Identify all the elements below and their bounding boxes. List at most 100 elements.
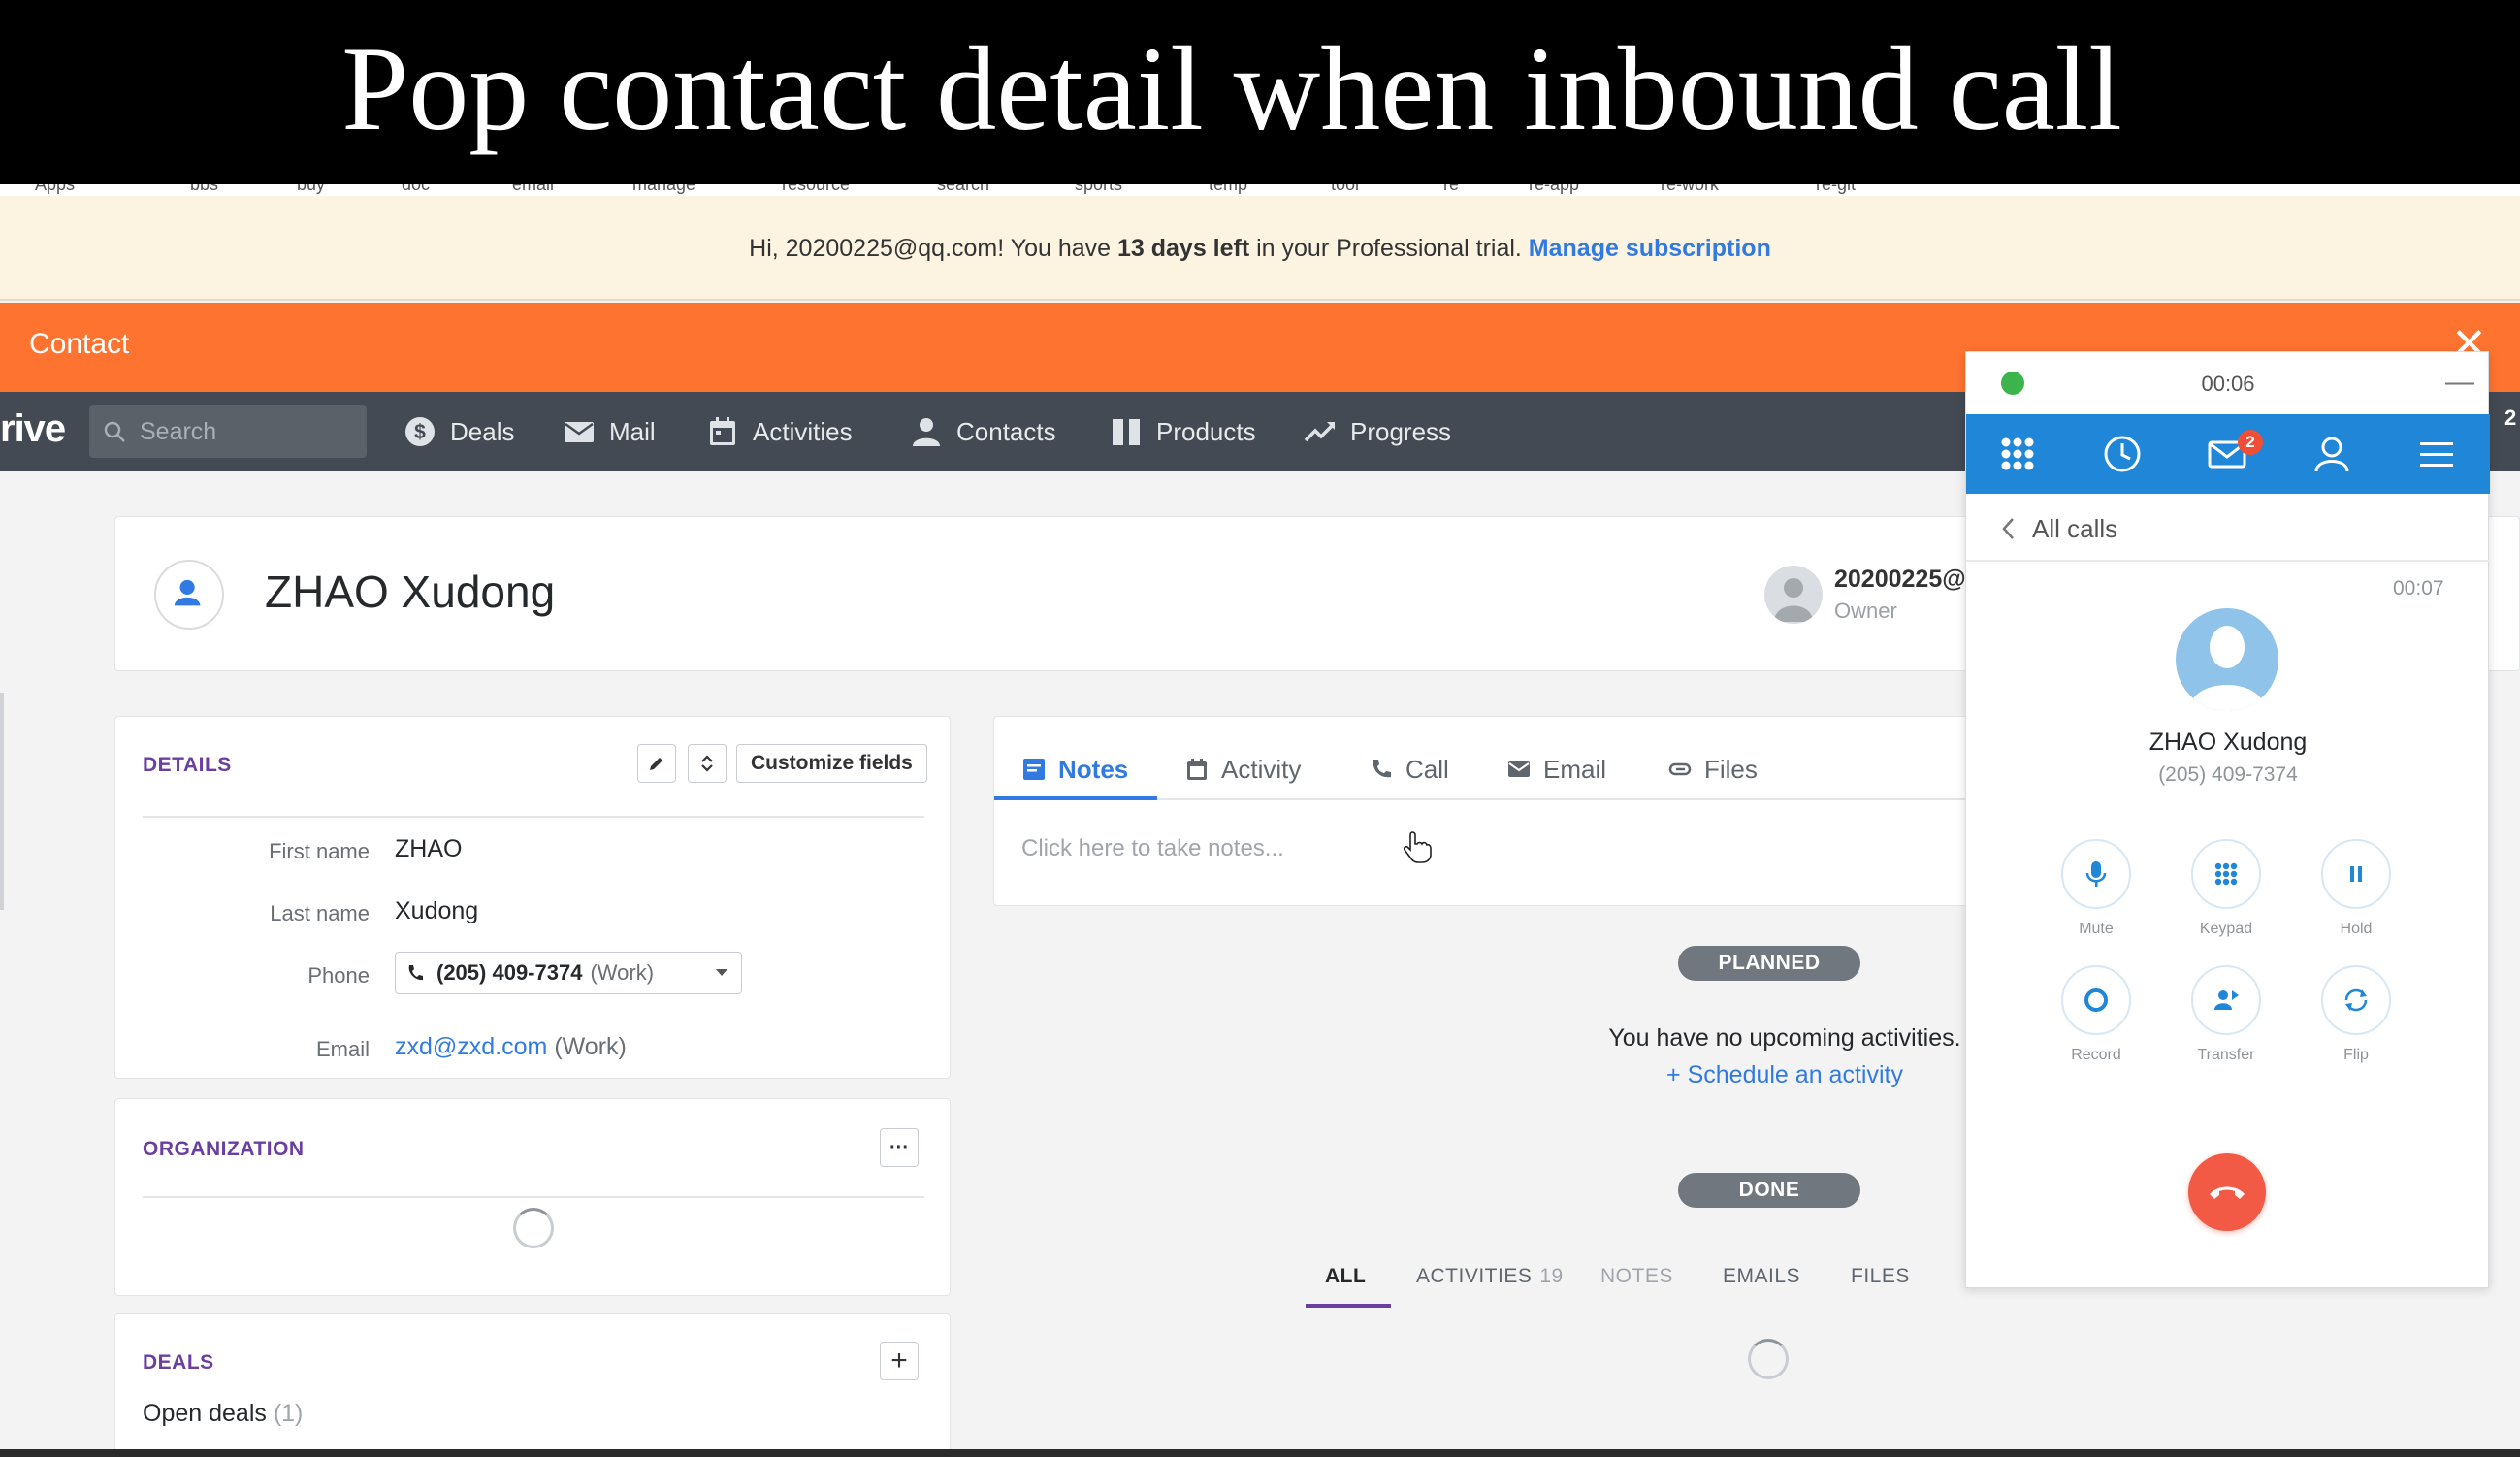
deals-card: DEALS + Open deals (1) [114, 1313, 951, 1457]
done-badge: DONE [1678, 1173, 1860, 1208]
dialpad-icon [2214, 862, 2238, 886]
bookmark-item[interactable]: manage [632, 184, 695, 194]
tab-notes[interactable]: Notes [1021, 742, 1128, 796]
open-deals-label[interactable]: Open deals (1) [143, 1400, 303, 1428]
bookmark-item[interactable]: re-app [1529, 184, 1579, 194]
keypad-button[interactable] [2191, 839, 2261, 909]
sort-icon [701, 755, 713, 772]
hold-button[interactable] [2321, 839, 2391, 909]
bookmark-item[interactable]: resource [782, 184, 850, 194]
reorder-button[interactable] [688, 744, 727, 783]
filter-tab-all[interactable]: ALL [1325, 1265, 1366, 1288]
bookmark-item[interactable]: email [512, 184, 554, 194]
transfer-button[interactable] [2191, 965, 2261, 1035]
box-icon [1113, 419, 1140, 445]
person-icon [1774, 578, 1813, 622]
bookmark-item[interactable]: re-git [1816, 184, 1856, 194]
deals-title: DEALS [143, 1351, 214, 1374]
customize-fields-button[interactable]: Customize fields [736, 744, 927, 783]
last-name-value[interactable]: Xudong [395, 897, 478, 925]
divider [143, 816, 924, 818]
divider [143, 1196, 924, 1198]
bookmark-item[interactable]: re-work [1661, 184, 1719, 194]
edit-button[interactable] [637, 744, 676, 783]
filter-tab-notes[interactable]: NOTES [1600, 1265, 1673, 1288]
history-icon[interactable] [2102, 434, 2143, 474]
search-box[interactable] [89, 405, 367, 458]
caller-name: ZHAO Xudong [2148, 728, 2308, 756]
trial-banner: Hi, 20200225@qq.com! You have 13 days le… [0, 196, 2520, 301]
filter-tab-label: EMAILS [1723, 1265, 1801, 1287]
flip-button[interactable] [2321, 965, 2391, 1035]
hangup-button[interactable] [2188, 1153, 2266, 1231]
organization-card: ORGANIZATION ··· [114, 1098, 951, 1296]
first-name-value[interactable]: ZHAO [395, 835, 462, 863]
manage-subscription-link[interactable]: Manage subscription [1529, 235, 1771, 262]
record-button[interactable] [2061, 965, 2131, 1035]
microphone-icon [2085, 861, 2107, 887]
first-name-label: First name [269, 839, 370, 863]
menu-icon[interactable] [2416, 434, 2457, 474]
dollar-icon: $ [405, 417, 435, 446]
filter-tab-files[interactable]: FILES [1851, 1265, 1910, 1288]
notes-panel: Notes Activity Call Email Files Click he… [993, 716, 2042, 906]
hold-label: Hold [2340, 921, 2373, 937]
tab-label: Files [1704, 754, 1758, 784]
bookmark-item[interactable]: Apps [35, 184, 75, 194]
trend-icon [1304, 422, 1336, 442]
calendar-icon [710, 417, 735, 445]
contacts-icon[interactable] [2311, 434, 2352, 474]
logo: rive [0, 407, 66, 450]
phone-field[interactable]: (205) 409-7374 (Work) [395, 952, 742, 994]
owner-name[interactable]: 20200225@ [1834, 566, 1966, 594]
bookmark-item[interactable]: buy [297, 184, 325, 194]
nav-item-activities[interactable]: Activities [706, 409, 853, 454]
bookmark-item[interactable]: bbs [190, 184, 218, 194]
tab-email[interactable]: Email [1506, 742, 1606, 796]
flip-label: Flip [2343, 1047, 2369, 1063]
bookmark-item[interactable]: temp [1209, 184, 1247, 194]
email-link[interactable]: zxd@zxd.com [395, 1033, 547, 1060]
record-label: Record [2071, 1047, 2121, 1063]
nav-item-progress[interactable]: Progress [1304, 409, 1451, 454]
dialpad-icon[interactable] [1997, 434, 2038, 474]
tab-activity[interactable]: Activity [1184, 742, 1301, 796]
filter-tab-emails[interactable]: EMAILS [1723, 1265, 1800, 1288]
phone-type: (Work) [590, 960, 655, 985]
note-icon [1023, 759, 1045, 780]
trial-message: Hi, 20200225@qq.com! You have 13 days le… [0, 235, 2520, 263]
add-deal-button[interactable]: + [880, 1342, 919, 1380]
phone-label: Phone [307, 963, 370, 988]
hangup-icon [2210, 1186, 2245, 1199]
bookmark-item[interactable]: search [937, 184, 989, 194]
bookmark-item[interactable]: doc [402, 184, 430, 194]
all-calls-back-link[interactable]: All calls [2001, 509, 2117, 548]
call-duration: 00:07 [2393, 577, 2444, 599]
avatar [154, 560, 224, 630]
nav-item-deals[interactable]: $ Deals [404, 409, 514, 454]
svg-text:$: $ [414, 421, 426, 443]
more-options-button[interactable]: ··· [880, 1128, 919, 1167]
owner-avatar[interactable] [1764, 566, 1823, 624]
filter-tab-activities[interactable]: ACTIVITIES 19 [1416, 1265, 1564, 1288]
mute-button[interactable] [2061, 839, 2131, 909]
person-icon [913, 418, 940, 446]
nav-item-contacts[interactable]: Contacts [910, 409, 1056, 454]
details-title: DETAILS [143, 754, 232, 776]
schedule-activity-link[interactable]: + Schedule an activity [1591, 1061, 1979, 1089]
chevron-down-icon [716, 969, 727, 976]
bookmark-item[interactable]: tool [1331, 184, 1359, 194]
bookmark-item[interactable]: re [1443, 184, 1459, 194]
title-banner: Pop contact detail when inbound call [0, 0, 2520, 184]
bookmark-item[interactable]: sports [1075, 184, 1122, 194]
trial-prefix: Hi, 20200225@qq.com! You have [749, 235, 1117, 262]
nav-item-mail[interactable]: Mail [563, 409, 656, 454]
nav-item-products[interactable]: Products [1110, 409, 1256, 454]
minimize-icon[interactable]: — [2445, 366, 2474, 399]
tab-call[interactable]: Call [1369, 742, 1449, 796]
search-input[interactable] [140, 417, 353, 446]
notes-input[interactable]: Click here to take notes... [1021, 835, 1284, 862]
person-icon [2189, 626, 2265, 711]
contact-title: Contact [29, 328, 130, 360]
tab-files[interactable]: Files [1667, 742, 1758, 796]
